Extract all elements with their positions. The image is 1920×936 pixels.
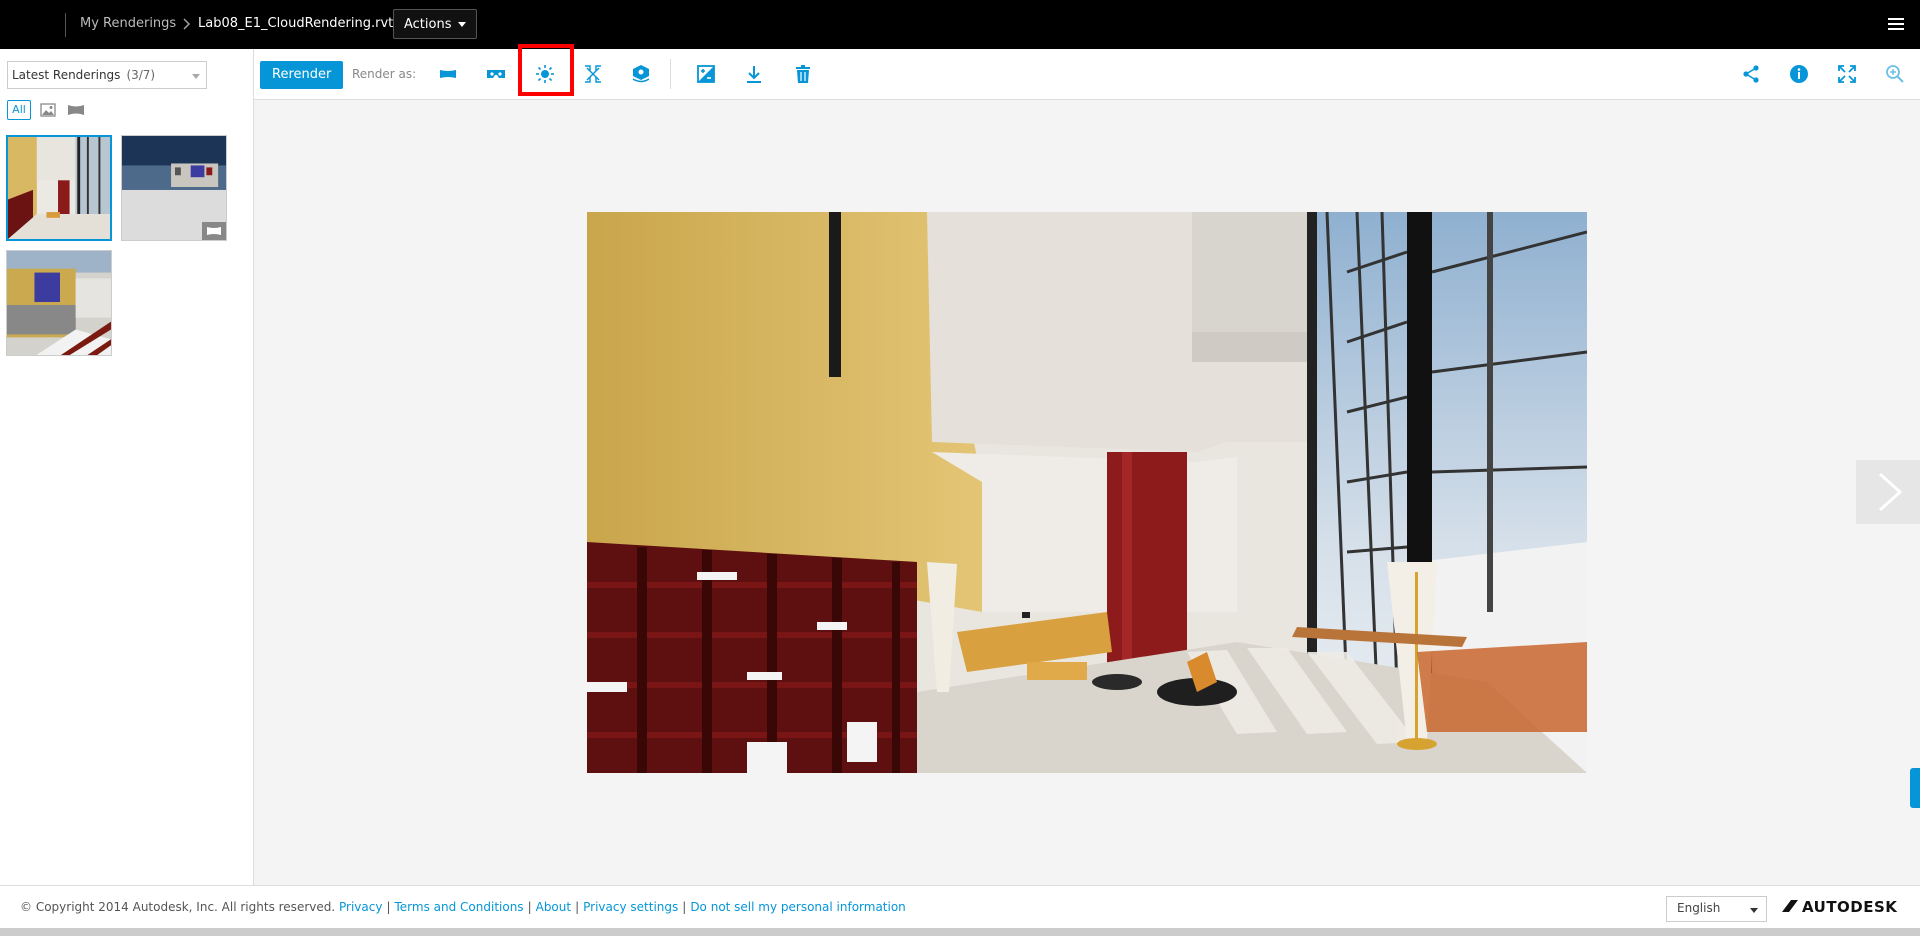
rendering-toolbar: Rerender Render as:: [254, 49, 1920, 100]
panorama-icon[interactable]: [436, 62, 460, 86]
page-footer: © Copyright 2014 Autodesk, Inc. All righ…: [0, 885, 1920, 929]
stereo-panorama-icon[interactable]: [484, 62, 508, 86]
terms-link[interactable]: Terms and Conditions: [395, 900, 524, 914]
rendering-thumbnail[interactable]: [6, 250, 112, 356]
footer-separator: |: [527, 900, 532, 914]
render-as-label: Render as:: [352, 67, 417, 81]
breadcrumb-file-name: Lab08_E1_CloudRendering.rvt: [198, 16, 394, 31]
panorama-filter-icon[interactable]: [67, 104, 85, 116]
facade-thumbnail-image: [7, 251, 111, 355]
next-rendering-button[interactable]: [1856, 460, 1920, 524]
info-icon[interactable]: [1787, 62, 1811, 86]
privacy-link[interactable]: Privacy: [339, 900, 382, 914]
panorama-icon: [207, 227, 221, 235]
caret-down-icon: [192, 74, 200, 79]
bottom-scrollbar[interactable]: [0, 928, 1920, 936]
actions-dropdown-button[interactable]: Actions: [393, 9, 477, 39]
solar-study-icon[interactable]: [581, 62, 605, 86]
footer-separator: |: [682, 900, 687, 914]
feedback-side-tab[interactable]: [1910, 768, 1920, 808]
hamburger-menu-icon[interactable]: [1886, 15, 1906, 33]
language-value: English: [1677, 901, 1721, 915]
image-filter-icon[interactable]: [40, 102, 56, 118]
do-not-sell-link[interactable]: Do not sell my personal information: [690, 900, 905, 914]
zoom-icon[interactable]: [1883, 62, 1907, 86]
interactive-panorama-icon[interactable]: [629, 62, 653, 86]
interior-thumbnail-image: [8, 137, 110, 239]
chevron-right-icon: [183, 18, 190, 30]
language-select[interactable]: English: [1666, 896, 1767, 922]
rendering-thumbnail[interactable]: [121, 135, 227, 241]
renderings-count: (3/7): [126, 68, 156, 82]
top-bar: My Renderings Lab08_E1_CloudRendering.rv…: [0, 0, 1920, 49]
chevron-right-icon: [1878, 472, 1903, 512]
renderings-select-label: Latest Renderings: [12, 68, 121, 82]
share-icon[interactable]: [1739, 62, 1763, 86]
caret-down-icon: [1750, 908, 1758, 913]
adjust-exposure-icon[interactable]: [694, 62, 718, 86]
actions-label: Actions: [404, 17, 452, 32]
topbar-divider: [65, 13, 66, 37]
delete-icon[interactable]: [791, 62, 815, 86]
rendering-image[interactable]: [587, 212, 1587, 773]
autodesk-logo-text: AUTODESK: [1802, 898, 1898, 916]
renderings-sidebar: Latest Renderings (3/7) All: [0, 49, 254, 885]
rendering-thumbnail[interactable]: [6, 135, 112, 241]
autodesk-logo: AUTODESK: [1782, 898, 1897, 916]
footer-links: © Copyright 2014 Autodesk, Inc. All righ…: [20, 900, 906, 914]
renderings-filter-select[interactable]: Latest Renderings (3/7): [7, 61, 207, 89]
selected-tool-highlight: [518, 44, 574, 96]
footer-separator: |: [386, 900, 391, 914]
interior-rendering-image: [587, 212, 1587, 773]
footer-separator: |: [575, 900, 580, 914]
copyright-text: © Copyright 2014 Autodesk, Inc. All righ…: [20, 900, 336, 914]
autodesk-mark-icon: [1782, 900, 1798, 912]
privacy-settings-link[interactable]: Privacy settings: [583, 900, 678, 914]
rerender-button[interactable]: Rerender: [260, 61, 344, 89]
breadcrumb-my-renderings[interactable]: My Renderings: [80, 16, 176, 31]
panorama-badge: [202, 222, 226, 240]
download-icon[interactable]: [742, 62, 766, 86]
filter-all-button[interactable]: All: [7, 100, 31, 120]
fullscreen-icon[interactable]: [1835, 62, 1859, 86]
caret-down-icon: [457, 22, 466, 27]
about-link[interactable]: About: [536, 900, 571, 914]
toolbar-divider: [670, 59, 671, 89]
